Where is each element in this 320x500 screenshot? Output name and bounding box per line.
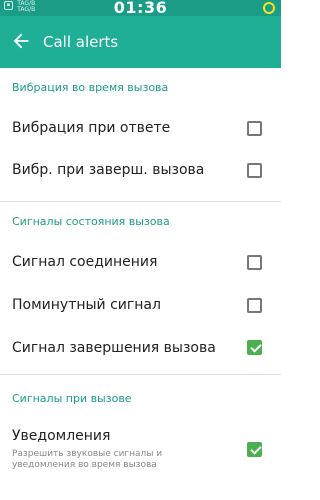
page-title: Call alerts bbox=[43, 33, 119, 51]
checkbox-minute-tone[interactable] bbox=[247, 298, 262, 313]
divider bbox=[0, 374, 281, 375]
divider bbox=[0, 201, 281, 202]
row-sublabel-notifications: Разрешить звуковые сигналы и уведомления… bbox=[12, 449, 163, 470]
row-label-minute-tone: Поминутный сигнал bbox=[12, 297, 161, 313]
section-header-in-call-signals: Сигналы при вызове bbox=[12, 392, 132, 405]
battery-ring-icon bbox=[263, 2, 275, 14]
checkbox-end-call-tone[interactable] bbox=[247, 340, 262, 355]
arrow-left-icon[interactable] bbox=[10, 30, 32, 52]
checkbox-vibrate-on-end[interactable] bbox=[247, 163, 262, 178]
row-label-vibrate-on-answer: Вибрация при ответе bbox=[12, 120, 171, 136]
status-bar: ▪ TAG/B TAG/B 01:36 bbox=[0, 0, 281, 16]
checkbox-connect-tone[interactable] bbox=[247, 255, 262, 270]
row-label-end-call-tone: Сигнал завершения вызова bbox=[12, 340, 216, 356]
row-label-vibrate-on-end: Вибр. при заверш. вызова bbox=[12, 162, 205, 178]
status-time: 01:36 bbox=[113, 0, 168, 17]
section-header-call-status: Сигналы состояния вызова bbox=[12, 215, 170, 228]
row-label-notifications: Уведомления bbox=[12, 428, 111, 444]
checkbox-notifications[interactable] bbox=[247, 442, 262, 457]
section-header-vibration: Вибрация во время вызова bbox=[12, 81, 169, 94]
checkbox-vibrate-on-answer[interactable] bbox=[247, 121, 262, 136]
row-label-connect-tone: Сигнал соединения bbox=[12, 254, 158, 270]
app-bar: Call alerts bbox=[0, 16, 281, 68]
